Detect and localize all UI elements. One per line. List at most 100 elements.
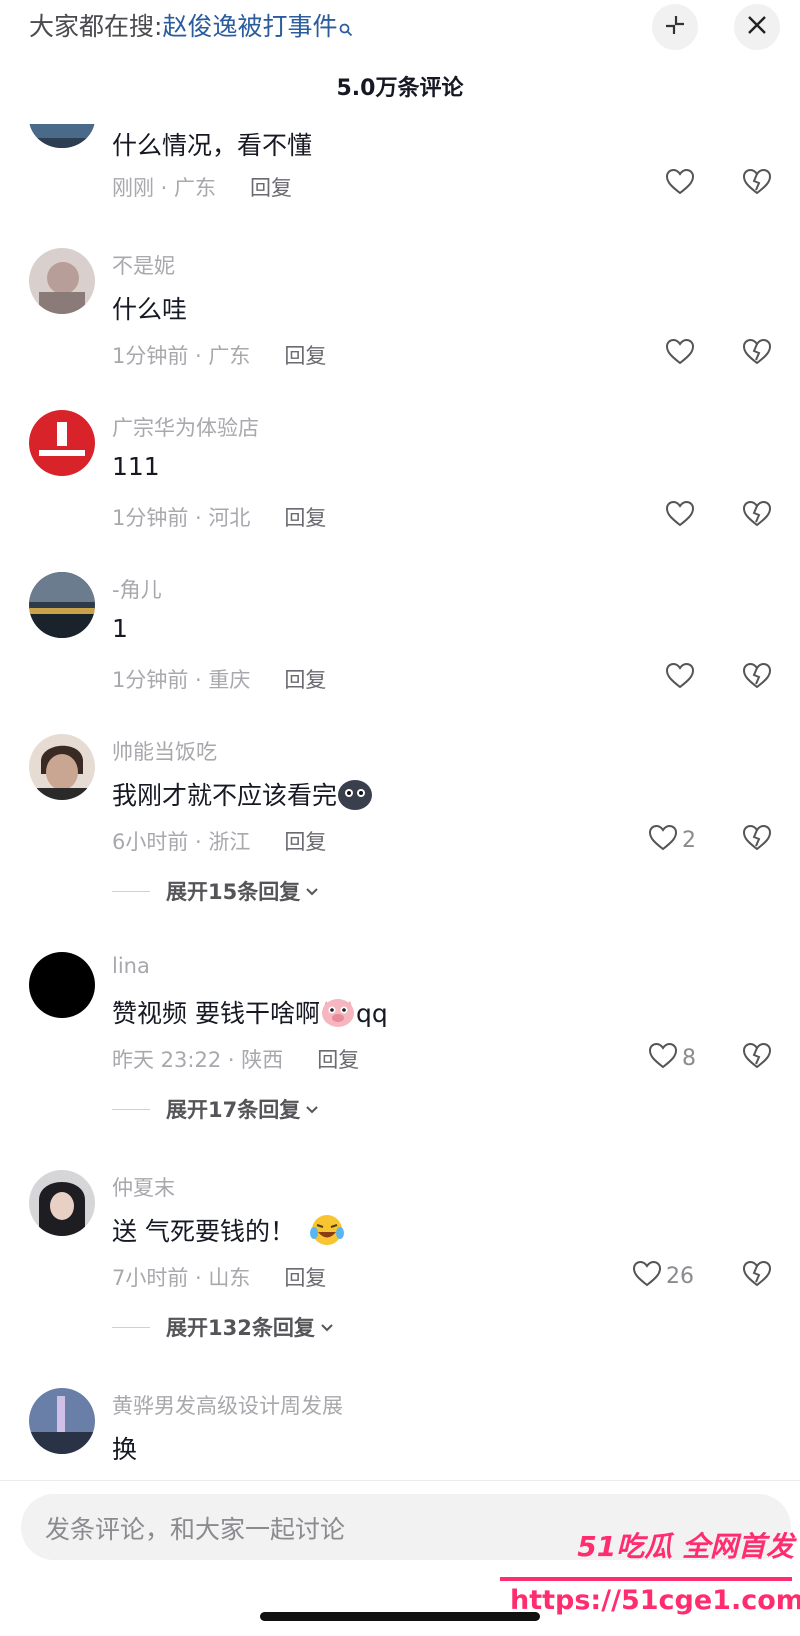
comment-text-suffix: qq — [355, 999, 388, 1028]
collapse-icon — [663, 13, 687, 41]
like-count: 2 — [682, 827, 696, 853]
comment-count-title: 5.0万条评论 — [336, 76, 464, 101]
reply-button[interactable]: 回复 — [250, 176, 292, 200]
dislike-button[interactable] — [740, 496, 774, 536]
heart-icon — [632, 1260, 662, 1292]
expand-divider — [112, 890, 150, 892]
username[interactable]: -角儿 — [112, 574, 162, 604]
broken-heart-icon — [742, 824, 772, 856]
comment-text-body: 我刚才就不应该看完 — [112, 781, 338, 810]
time-location: 1分钟前 · 河北 — [112, 506, 251, 530]
comment-meta: 1分钟前 · 重庆 回复 — [112, 664, 326, 694]
dislike-button[interactable] — [740, 820, 774, 860]
username[interactable]: 仲夏末 — [112, 1172, 175, 1202]
like-count: 8 — [682, 1045, 696, 1071]
comment-text: 我刚才就不应该看完 — [112, 776, 373, 817]
reply-button[interactable]: 回复 — [284, 506, 326, 530]
like-button[interactable]: 8 — [648, 1038, 696, 1078]
like-button[interactable] — [665, 334, 695, 374]
time-location: 1分钟前 · 重庆 — [112, 668, 251, 692]
expand-replies-label: 展开132条回复 — [166, 1316, 315, 1340]
reply-button[interactable]: 回复 — [284, 344, 326, 368]
reply-button[interactable]: 回复 — [284, 668, 326, 692]
chevron-down-icon — [319, 1315, 335, 1339]
comment-text: 送 气死要钱的！ — [112, 1212, 345, 1253]
username[interactable]: 黄骅男发高级设计周发展 — [112, 1390, 343, 1420]
heart-icon — [648, 1042, 678, 1074]
comment-meta: 1分钟前 · 河北 回复 — [112, 502, 326, 532]
broken-heart-icon — [742, 500, 772, 532]
like-button[interactable]: 26 — [632, 1256, 694, 1296]
username[interactable]: 广宗华为体验店 — [112, 412, 259, 442]
heart-icon — [665, 338, 695, 370]
reply-button[interactable]: 回复 — [317, 1048, 359, 1072]
broken-heart-icon — [742, 338, 772, 370]
trending-search-term[interactable]: 赵俊逸被打事件 — [162, 12, 337, 41]
comment-text: 赞视频 要钱干啥啊 qq — [112, 994, 388, 1035]
avatar[interactable] — [29, 572, 95, 638]
dislike-button[interactable] — [740, 164, 774, 204]
time-location: 6小时前 · 浙江 — [112, 830, 251, 854]
watermark: 51吃瓜 全网首发 https://51cge1.com — [500, 1525, 800, 1636]
top-bar: 大家都在搜:赵俊逸被打事件 — [0, 0, 800, 56]
time-location: 刚刚 · 广东 — [112, 176, 217, 200]
reply-button[interactable]: 回复 — [284, 1266, 326, 1290]
broken-heart-icon — [742, 662, 772, 694]
avatar[interactable] — [29, 1388, 95, 1454]
expand-replies-label: 展开15条回复 — [166, 880, 301, 904]
comment-text-body: 赞视频 要钱干啥啊 — [112, 999, 320, 1028]
watermark-underline — [500, 1577, 792, 1581]
trending-search-prefix: 大家都在搜: — [29, 12, 163, 41]
avatar[interactable] — [29, 410, 95, 476]
heart-icon — [648, 824, 678, 856]
close-icon — [746, 14, 768, 40]
dislike-button[interactable] — [740, 1038, 774, 1078]
time-location: 7小时前 · 山东 — [112, 1266, 251, 1290]
comment-meta: 1分钟前 · 广东 回复 — [112, 340, 326, 370]
dislike-button[interactable] — [740, 1256, 774, 1296]
chevron-down-icon — [304, 879, 320, 903]
avatar[interactable] — [29, 1170, 95, 1236]
close-button[interactable] — [734, 4, 780, 50]
heart-icon — [665, 662, 695, 694]
avatar[interactable] — [29, 734, 95, 800]
trending-search[interactable]: 大家都在搜:赵俊逸被打事件 — [29, 9, 353, 47]
expand-replies-label: 展开17条回复 — [166, 1098, 301, 1122]
expand-replies-button[interactable]: 展开132条回复 — [112, 1312, 335, 1342]
avatar[interactable] — [29, 952, 95, 1018]
dislike-button[interactable] — [740, 334, 774, 374]
expand-replies-button[interactable]: 展开15条回复 — [112, 876, 320, 906]
like-button[interactable]: 2 — [648, 820, 696, 860]
comment-text: 1 — [112, 614, 128, 643]
collapse-button[interactable] — [652, 4, 698, 50]
broken-heart-icon — [742, 1042, 772, 1074]
username[interactable]: 不是妮 — [112, 250, 175, 280]
like-count: 26 — [666, 1263, 694, 1289]
like-button[interactable] — [665, 164, 695, 204]
username[interactable]: lina — [112, 954, 150, 978]
comment-meta: 刚刚 · 广东 回复 — [112, 172, 292, 202]
username[interactable]: 帅能当饭吃 — [112, 736, 217, 766]
home-indicator — [260, 1612, 540, 1621]
watermark-brand: 51吃瓜 全网首发 — [577, 1530, 794, 1563]
comment-text: 什么情况，看不懂 — [112, 131, 313, 160]
comment-text: 111 — [112, 452, 160, 481]
expand-replies-button[interactable]: 展开17条回复 — [112, 1094, 320, 1124]
broken-heart-icon — [742, 1260, 772, 1292]
expand-divider — [112, 1326, 150, 1328]
dark-face-emoji-icon — [337, 777, 373, 817]
watermark-url: https://51cge1.com — [510, 1585, 800, 1616]
reply-button[interactable]: 回复 — [284, 830, 326, 854]
heart-icon — [665, 168, 695, 200]
comment-text-body: 送 气死要钱的！ — [112, 1217, 295, 1246]
like-button[interactable] — [665, 496, 695, 536]
comment-text: 什么哇 — [112, 295, 188, 324]
comment-meta: 6小时前 · 浙江 回复 — [112, 826, 326, 856]
like-button[interactable] — [665, 658, 695, 698]
laughing-crying-emoji-icon — [309, 1213, 345, 1253]
comment-text: 换 — [112, 1435, 138, 1464]
comment-input-placeholder: 发条评论，和大家一起讨论 — [45, 1515, 346, 1544]
dislike-button[interactable] — [740, 658, 774, 698]
comment-meta: 昨天 23:22 · 陕西 回复 — [112, 1044, 359, 1074]
avatar[interactable] — [29, 248, 95, 314]
